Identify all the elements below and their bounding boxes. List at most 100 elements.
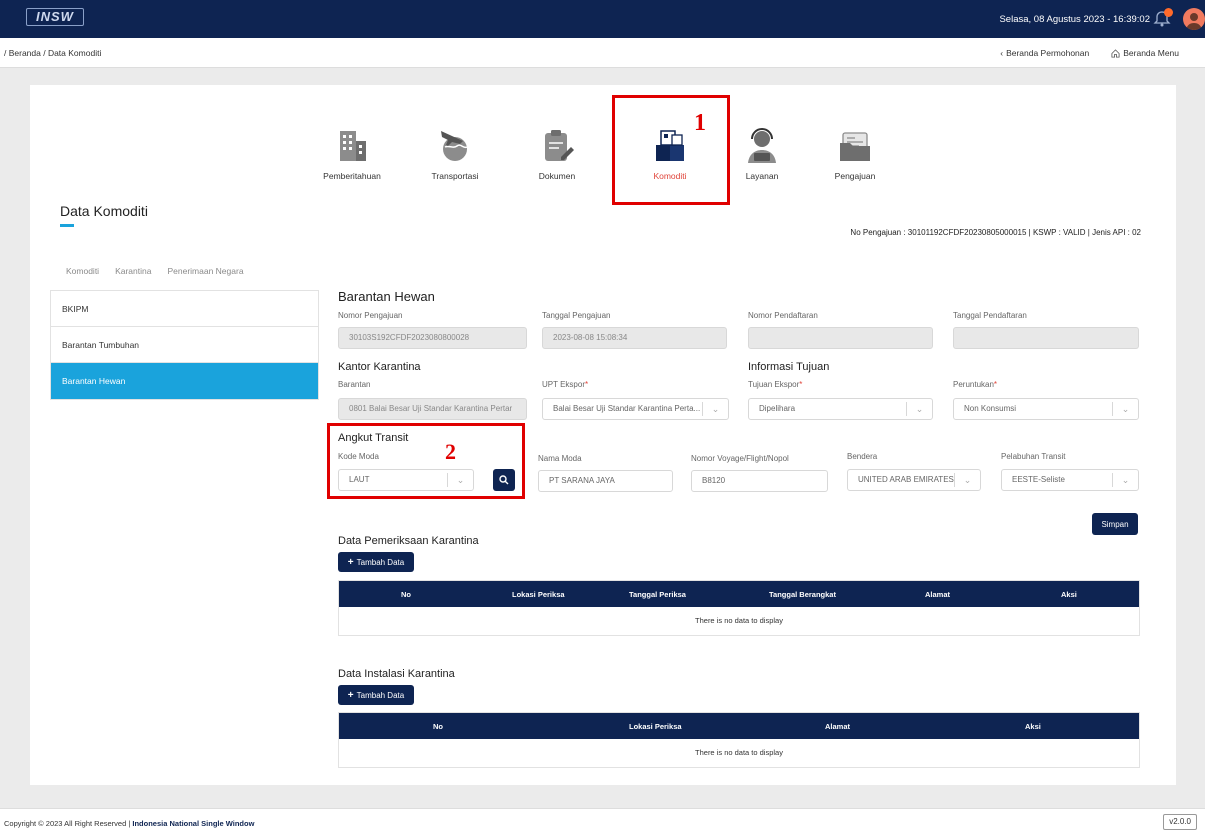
pemeriksaan-title: Data Pemeriksaan Karantina: [338, 535, 479, 547]
table-header: No Lokasi Periksa Alamat Aksi: [339, 713, 1139, 739]
step-navigation: Pemberitahuan Transportasi Dokumen Komod…: [30, 85, 1176, 185]
brand-name: Indonesia National Single Window: [132, 819, 255, 828]
beranda-permohonan-link[interactable]: ‹ Beranda Permohonan: [1000, 48, 1089, 58]
nama-moda-label: Nama Moda: [538, 454, 582, 463]
plane-globe-icon: [435, 125, 475, 165]
tanggal-pendaftaran-field[interactable]: [953, 327, 1139, 349]
kantor-karantina-title: Kantor Karantina: [338, 361, 421, 373]
step-label: Dokumen: [538, 171, 576, 181]
column-header: Aksi: [1061, 590, 1077, 599]
column-header: No: [401, 590, 411, 599]
datetime-display: Selasa, 08 Agustus 2023 - 16:39:02: [999, 14, 1150, 25]
copyright-text: Copyright © 2023 All Right Reserved | In…: [4, 819, 255, 828]
title-underline: [60, 224, 74, 227]
beranda-menu-link[interactable]: Beranda Menu: [1111, 48, 1179, 58]
bendera-select[interactable]: UNITED ARAB EMIRATES ⌄: [847, 469, 981, 491]
annotation-highlight-komoditi: [612, 95, 730, 205]
step-transportasi[interactable]: Transportasi: [415, 125, 495, 181]
side-item-barantan-hewan[interactable]: Barantan Hewan: [51, 363, 318, 399]
column-header: No: [433, 722, 443, 731]
column-header: Tanggal Berangkat: [769, 590, 836, 599]
notification-badge: [1164, 8, 1173, 17]
step-dokumen[interactable]: Dokumen: [517, 125, 597, 181]
support-agent-icon: [742, 125, 782, 165]
column-header: Lokasi Periksa: [629, 722, 682, 731]
upt-ekspor-select[interactable]: Balai Besar Uji Standar Karantina Perta.…: [542, 398, 729, 420]
step-label: Transportasi: [431, 171, 479, 181]
barantan-label: Barantan: [338, 380, 371, 389]
nomor-pendaftaran-field[interactable]: [748, 327, 933, 349]
tanggal-pendaftaran-label: Tanggal Pendaftaran: [953, 311, 1027, 320]
chevron-down-icon: ⌄: [1112, 473, 1138, 487]
karantina-side-menu: BKIPM Barantan Tumbuhan Barantan Hewan: [50, 290, 319, 400]
step-label: Layanan: [745, 171, 779, 181]
instalasi-title: Data Instalasi Karantina: [338, 668, 455, 680]
instalasi-table: No Lokasi Periksa Alamat Aksi There is n…: [338, 712, 1140, 768]
add-instalasi-button[interactable]: + Tambah Data: [338, 685, 414, 705]
tanggal-pengajuan-label: Tanggal Pengajuan: [542, 311, 611, 320]
step-layanan[interactable]: Layanan: [722, 125, 802, 181]
tujuan-ekspor-label: Tujuan Ekspor*: [748, 380, 803, 389]
plus-icon: +: [347, 689, 354, 701]
column-header: Tanggal Periksa: [629, 590, 686, 599]
add-pemeriksaan-button[interactable]: + Tambah Data: [338, 552, 414, 572]
footer: Copyright © 2023 All Right Reserved | In…: [0, 808, 1205, 835]
chevron-down-icon: ⌄: [954, 473, 980, 487]
tab-karantina[interactable]: Karantina: [115, 266, 151, 276]
step-pemberitahuan[interactable]: Pemberitahuan: [312, 125, 392, 181]
table-empty-message: There is no data to display: [695, 748, 783, 757]
tanggal-pengajuan-field[interactable]: 2023-08-08 15:08:34: [542, 327, 727, 349]
beranda-menu-label: Beranda Menu: [1123, 48, 1179, 58]
pemeriksaan-table: No Lokasi Periksa Tanggal Periksa Tangga…: [338, 580, 1140, 636]
pelabuhan-transit-select[interactable]: EESTE-Seliste ⌄: [1001, 469, 1139, 491]
step-pengajuan[interactable]: Pengajuan: [815, 125, 895, 181]
nomor-pengajuan-field[interactable]: 30103S192CFDF2023080800028: [338, 327, 527, 349]
table-header: No Lokasi Periksa Tanggal Periksa Tangga…: [339, 581, 1139, 607]
column-header: Alamat: [825, 722, 851, 731]
page-title: Data Komoditi: [60, 203, 148, 219]
chevron-down-icon: ⌄: [702, 402, 728, 416]
chevron-down-icon: ⌄: [906, 402, 932, 416]
column-header: Aksi: [1025, 722, 1041, 731]
clipboard-edit-icon: [537, 125, 577, 165]
breadcrumb-bar: / Beranda / Data Komoditi ‹ Beranda Perm…: [0, 38, 1205, 68]
barantan-field[interactable]: 0801 Balai Besar Uji Standar Karantina P…: [338, 398, 527, 420]
column-header: Alamat: [925, 590, 951, 599]
simpan-button[interactable]: Simpan: [1092, 513, 1138, 535]
home-icon: [1111, 48, 1120, 58]
breadcrumb: / Beranda / Data Komoditi: [4, 48, 102, 58]
step-label: Pengajuan: [834, 171, 876, 181]
insw-logo[interactable]: INSW: [26, 8, 84, 26]
tujuan-ekspor-select[interactable]: Dipelihara ⌄: [748, 398, 933, 420]
folder-doc-icon: [835, 125, 875, 165]
building-icon: [332, 125, 372, 165]
voyage-field[interactable]: B8120: [691, 470, 828, 492]
side-item-bkipm[interactable]: BKIPM: [51, 291, 318, 327]
pelabuhan-transit-label: Pelabuhan Transit: [1001, 452, 1066, 461]
column-header: Lokasi Periksa: [512, 590, 565, 599]
annotation-highlight-angkut-transit: [327, 423, 525, 499]
annotation-number-2: 2: [445, 439, 456, 464]
submission-info: No Pengajuan : 30101192CFDF2023080500001…: [850, 228, 1141, 237]
chevron-left-icon: ‹: [1000, 48, 1004, 58]
user-avatar[interactable]: [1183, 8, 1205, 30]
tab-penerimaan-negara[interactable]: Penerimaan Negara: [167, 266, 243, 276]
sub-tabs: Komoditi Karantina Penerimaan Negara: [66, 266, 244, 276]
top-navbar: INSW Selasa, 08 Agustus 2023 - 16:39:02: [0, 0, 1205, 38]
side-item-barantan-tumbuhan[interactable]: Barantan Tumbuhan: [51, 327, 318, 363]
version-badge: v2.0.0: [1163, 814, 1197, 830]
tab-komoditi[interactable]: Komoditi: [66, 266, 99, 276]
nama-moda-field[interactable]: PT SARANA JAYA: [538, 470, 673, 492]
step-label: Pemberitahuan: [323, 171, 381, 181]
informasi-tujuan-title: Informasi Tujuan: [748, 361, 830, 373]
main-card: Pemberitahuan Transportasi Dokumen Komod…: [30, 85, 1176, 785]
peruntukan-label: Peruntukan*: [953, 380, 998, 389]
peruntukan-select[interactable]: Non Konsumsi ⌄: [953, 398, 1139, 420]
table-empty-message: There is no data to display: [695, 616, 783, 625]
nomor-pengajuan-label: Nomor Pengajuan: [338, 311, 403, 320]
upt-ekspor-label: UPT Ekspor*: [542, 380, 589, 389]
nomor-pendaftaran-label: Nomor Pendaftaran: [748, 311, 818, 320]
notification-bell-icon[interactable]: [1153, 8, 1173, 28]
chevron-down-icon: ⌄: [1112, 402, 1138, 416]
voyage-label: Nomor Voyage/Flight/Nopol: [691, 454, 789, 463]
